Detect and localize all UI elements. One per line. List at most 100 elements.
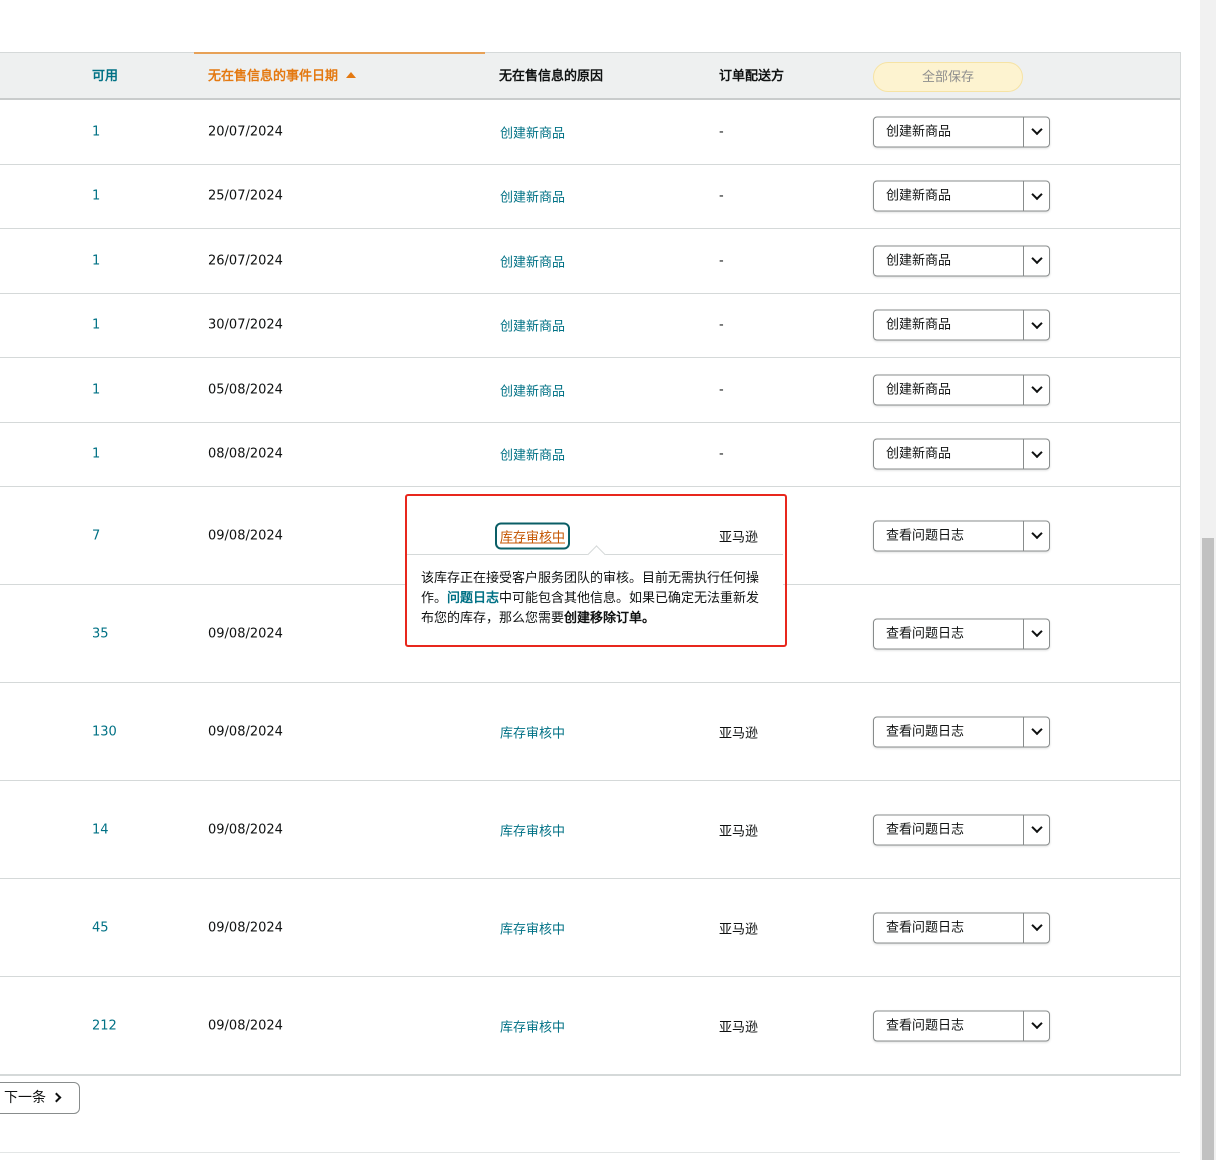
fulfillment-channel: - [719, 382, 724, 398]
header-reason: 无在售信息的原因 [499, 69, 604, 84]
reason-link[interactable]: 创建新商品 [500, 316, 565, 335]
table-row: 1 08/08/2024 创建新商品 - 创建新商品 [0, 423, 1180, 487]
action-dropdown-label: 创建新商品 [886, 188, 952, 204]
event-date: 09/08/2024 [208, 724, 283, 739]
available-quantity[interactable]: 1 [92, 253, 100, 268]
dropdown-toggle[interactable] [1023, 246, 1049, 276]
event-date: 25/07/2024 [208, 188, 283, 204]
fulfillment-channel: 亚马逊 [719, 824, 759, 839]
event-date: 08/08/2024 [208, 446, 283, 462]
action-dropdown-label: 创建新商品 [886, 382, 952, 398]
header-event-date[interactable]: 无在售信息的事件日期 [208, 53, 357, 101]
chevron-down-icon [1030, 527, 1043, 540]
action-dropdown-label: 查看问题日志 [886, 724, 965, 739]
available-quantity[interactable]: 1 [92, 124, 100, 139]
event-date: 05/08/2024 [208, 382, 283, 398]
reason-link[interactable]: 库存审核中 [500, 722, 565, 741]
reason-link-focused[interactable]: 库存审核中 [495, 522, 571, 549]
chevron-down-icon [1030, 723, 1043, 736]
dropdown-toggle[interactable] [1023, 439, 1049, 469]
table-row: 45 09/08/2024 库存审核中 亚马逊 查看问题日志 [0, 879, 1180, 977]
event-date: 09/08/2024 [208, 528, 283, 543]
save-all-button[interactable]: 全部保存 [873, 62, 1023, 92]
scrollbar-thumb[interactable] [1202, 538, 1214, 1160]
available-quantity[interactable]: 212 [92, 1018, 117, 1033]
available-quantity[interactable]: 45 [92, 920, 109, 935]
dropdown-toggle[interactable] [1023, 1011, 1049, 1040]
action-dropdown[interactable]: 查看问题日志 [873, 520, 1050, 551]
reason-link[interactable]: 库存审核中 [500, 918, 565, 937]
popover-text-3: 。 [642, 611, 656, 626]
table-row: 130 09/08/2024 库存审核中 亚马逊 查看问题日志 [0, 683, 1180, 781]
action-dropdown[interactable]: 查看问题日志 [873, 716, 1050, 747]
dropdown-toggle[interactable] [1023, 521, 1049, 550]
reason-link[interactable]: 创建新商品 [500, 122, 565, 141]
dropdown-toggle[interactable] [1023, 181, 1049, 211]
table-row: 1 20/07/2024 创建新商品 - 创建新商品 [0, 100, 1180, 165]
table-header: 可用 无在售信息的事件日期 无在售信息的原因 订单配送方 全部保存 [0, 52, 1180, 100]
create-removal-order-link[interactable]: 创建移除订单 [564, 611, 642, 626]
action-dropdown[interactable]: 创建新商品 [873, 374, 1050, 406]
dropdown-toggle[interactable] [1023, 913, 1049, 942]
chevron-down-icon [1030, 317, 1043, 329]
available-quantity[interactable]: 35 [92, 626, 109, 641]
chevron-down-icon [1030, 919, 1043, 932]
chevron-down-icon [1030, 1017, 1043, 1030]
available-quantity[interactable]: 1 [92, 189, 100, 204]
reason-link[interactable]: 创建新商品 [500, 445, 565, 464]
reason-link[interactable]: 创建新商品 [500, 380, 565, 399]
fulfillment-channel: 亚马逊 [719, 726, 759, 741]
footer-divider [0, 1152, 1180, 1153]
action-dropdown[interactable]: 查看问题日志 [873, 618, 1050, 649]
action-dropdown-label: 创建新商品 [886, 317, 952, 333]
dropdown-toggle[interactable] [1023, 117, 1049, 147]
fulfillment-channel: - [719, 446, 724, 462]
action-dropdown-label: 创建新商品 [886, 124, 952, 140]
header-available[interactable]: 可用 [92, 53, 118, 101]
fulfillment-channel: 亚马逊 [719, 530, 759, 545]
action-dropdown[interactable]: 查看问题日志 [873, 1010, 1050, 1041]
action-dropdown[interactable]: 创建新商品 [873, 438, 1050, 470]
sort-ascending-icon [346, 71, 357, 78]
available-quantity[interactable]: 1 [92, 318, 100, 333]
event-date: 09/08/2024 [208, 626, 283, 641]
chevron-down-icon [1030, 253, 1043, 265]
action-dropdown[interactable]: 查看问题日志 [873, 912, 1050, 943]
dropdown-toggle[interactable] [1023, 619, 1049, 648]
reason-link[interactable]: 创建新商品 [500, 251, 565, 270]
issue-log-link[interactable]: 问题日志 [447, 591, 499, 606]
available-quantity[interactable]: 7 [92, 528, 100, 543]
event-date: 30/07/2024 [208, 317, 283, 333]
dropdown-toggle[interactable] [1023, 717, 1049, 746]
fulfillment-channel: 亚马逊 [719, 1020, 759, 1035]
action-dropdown-label: 查看问题日志 [886, 822, 965, 837]
reason-link[interactable]: 库存审核中 [500, 1016, 565, 1035]
fulfillment-channel: 亚马逊 [719, 922, 759, 937]
action-dropdown[interactable]: 创建新商品 [873, 309, 1050, 341]
available-quantity[interactable]: 1 [92, 382, 100, 397]
dropdown-toggle[interactable] [1023, 815, 1049, 844]
action-dropdown-label: 查看问题日志 [886, 1018, 965, 1033]
chevron-down-icon [1030, 124, 1043, 136]
event-date: 20/07/2024 [208, 124, 283, 140]
fulfillment-channel: - [719, 124, 724, 140]
action-dropdown[interactable]: 创建新商品 [873, 245, 1050, 277]
dropdown-toggle[interactable] [1023, 310, 1049, 340]
reason-link[interactable]: 库存审核中 [500, 820, 565, 839]
next-page-label: 下一条 [4, 1090, 46, 1106]
chevron-down-icon [1030, 382, 1043, 394]
fulfillment-channel: - [719, 188, 724, 204]
action-dropdown[interactable]: 查看问题日志 [873, 814, 1050, 845]
action-dropdown[interactable]: 创建新商品 [873, 180, 1050, 212]
available-quantity[interactable]: 1 [92, 447, 100, 462]
next-page-button[interactable]: 下一条 [0, 1082, 80, 1114]
table-row: 1 05/08/2024 创建新商品 - 创建新商品 [0, 358, 1180, 423]
available-quantity[interactable]: 130 [92, 724, 117, 739]
event-date: 09/08/2024 [208, 920, 283, 935]
action-dropdown[interactable]: 创建新商品 [873, 116, 1050, 148]
page: 可用 无在售信息的事件日期 无在售信息的原因 订单配送方 全部保存 1 20/07… [0, 0, 1216, 1160]
chevron-down-icon [1030, 821, 1043, 834]
reason-link[interactable]: 创建新商品 [500, 187, 565, 206]
dropdown-toggle[interactable] [1023, 375, 1049, 405]
available-quantity[interactable]: 14 [92, 822, 109, 837]
